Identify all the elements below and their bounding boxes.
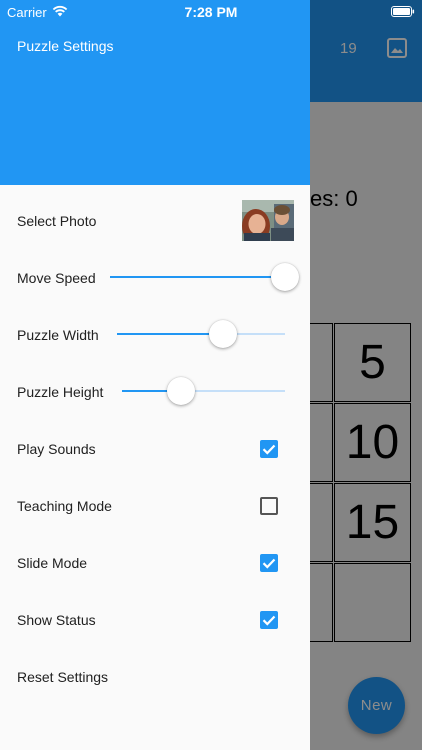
slider-fill bbox=[110, 276, 285, 278]
puzzle-height-label: Puzzle Height bbox=[17, 383, 104, 400]
play-sounds-label: Play Sounds bbox=[17, 440, 96, 457]
puzzle-width-label: Puzzle Width bbox=[17, 326, 99, 343]
puzzle-height-row: Puzzle Height bbox=[0, 363, 310, 420]
play-sounds-checkbox[interactable] bbox=[260, 440, 278, 458]
slider-fill bbox=[117, 333, 223, 335]
teaching-mode-checkbox[interactable] bbox=[260, 497, 278, 515]
battery-icon bbox=[391, 6, 415, 17]
drawer-title: Puzzle Settings bbox=[17, 38, 114, 54]
slider-thumb[interactable] bbox=[166, 377, 195, 405]
move-speed-row: Move Speed bbox=[0, 249, 310, 306]
show-status-row[interactable]: Show Status bbox=[0, 591, 310, 648]
teaching-mode-label: Teaching Mode bbox=[17, 497, 112, 514]
move-speed-label: Move Speed bbox=[17, 269, 96, 286]
slider-thumb[interactable] bbox=[271, 263, 299, 291]
play-sounds-row[interactable]: Play Sounds bbox=[0, 420, 310, 477]
reset-settings-label: Reset Settings bbox=[17, 668, 109, 685]
teaching-mode-row[interactable]: Teaching Mode bbox=[0, 477, 310, 534]
select-photo-row[interactable]: Select Photo bbox=[0, 192, 310, 249]
show-status-checkbox[interactable] bbox=[260, 611, 278, 629]
check-icon bbox=[262, 444, 276, 455]
show-status-label: Show Status bbox=[17, 611, 96, 628]
puzzle-height-slider[interactable] bbox=[122, 363, 285, 420]
slide-mode-checkbox[interactable] bbox=[260, 554, 278, 572]
check-icon bbox=[262, 615, 276, 626]
status-time: 7:28 PM bbox=[184, 4, 238, 20]
select-photo-label: Select Photo bbox=[17, 212, 97, 229]
check-icon bbox=[262, 558, 276, 569]
slide-mode-label: Slide Mode bbox=[17, 554, 88, 571]
puzzle-width-row: Puzzle Width bbox=[0, 306, 310, 363]
puzzle-width-slider[interactable] bbox=[117, 306, 285, 363]
move-speed-slider[interactable] bbox=[110, 249, 299, 306]
slide-mode-row[interactable]: Slide Mode bbox=[0, 534, 310, 591]
settings-drawer: Puzzle Settings Select Photo Move Speed … bbox=[0, 0, 310, 750]
reset-settings-row[interactable]: Reset Settings bbox=[0, 648, 310, 705]
slider-thumb[interactable] bbox=[208, 320, 237, 348]
status-bar: Carrier 7:28 PM bbox=[0, 0, 422, 24]
photo-thumbnail[interactable] bbox=[242, 200, 294, 241]
drawer-header: Puzzle Settings bbox=[0, 0, 310, 185]
